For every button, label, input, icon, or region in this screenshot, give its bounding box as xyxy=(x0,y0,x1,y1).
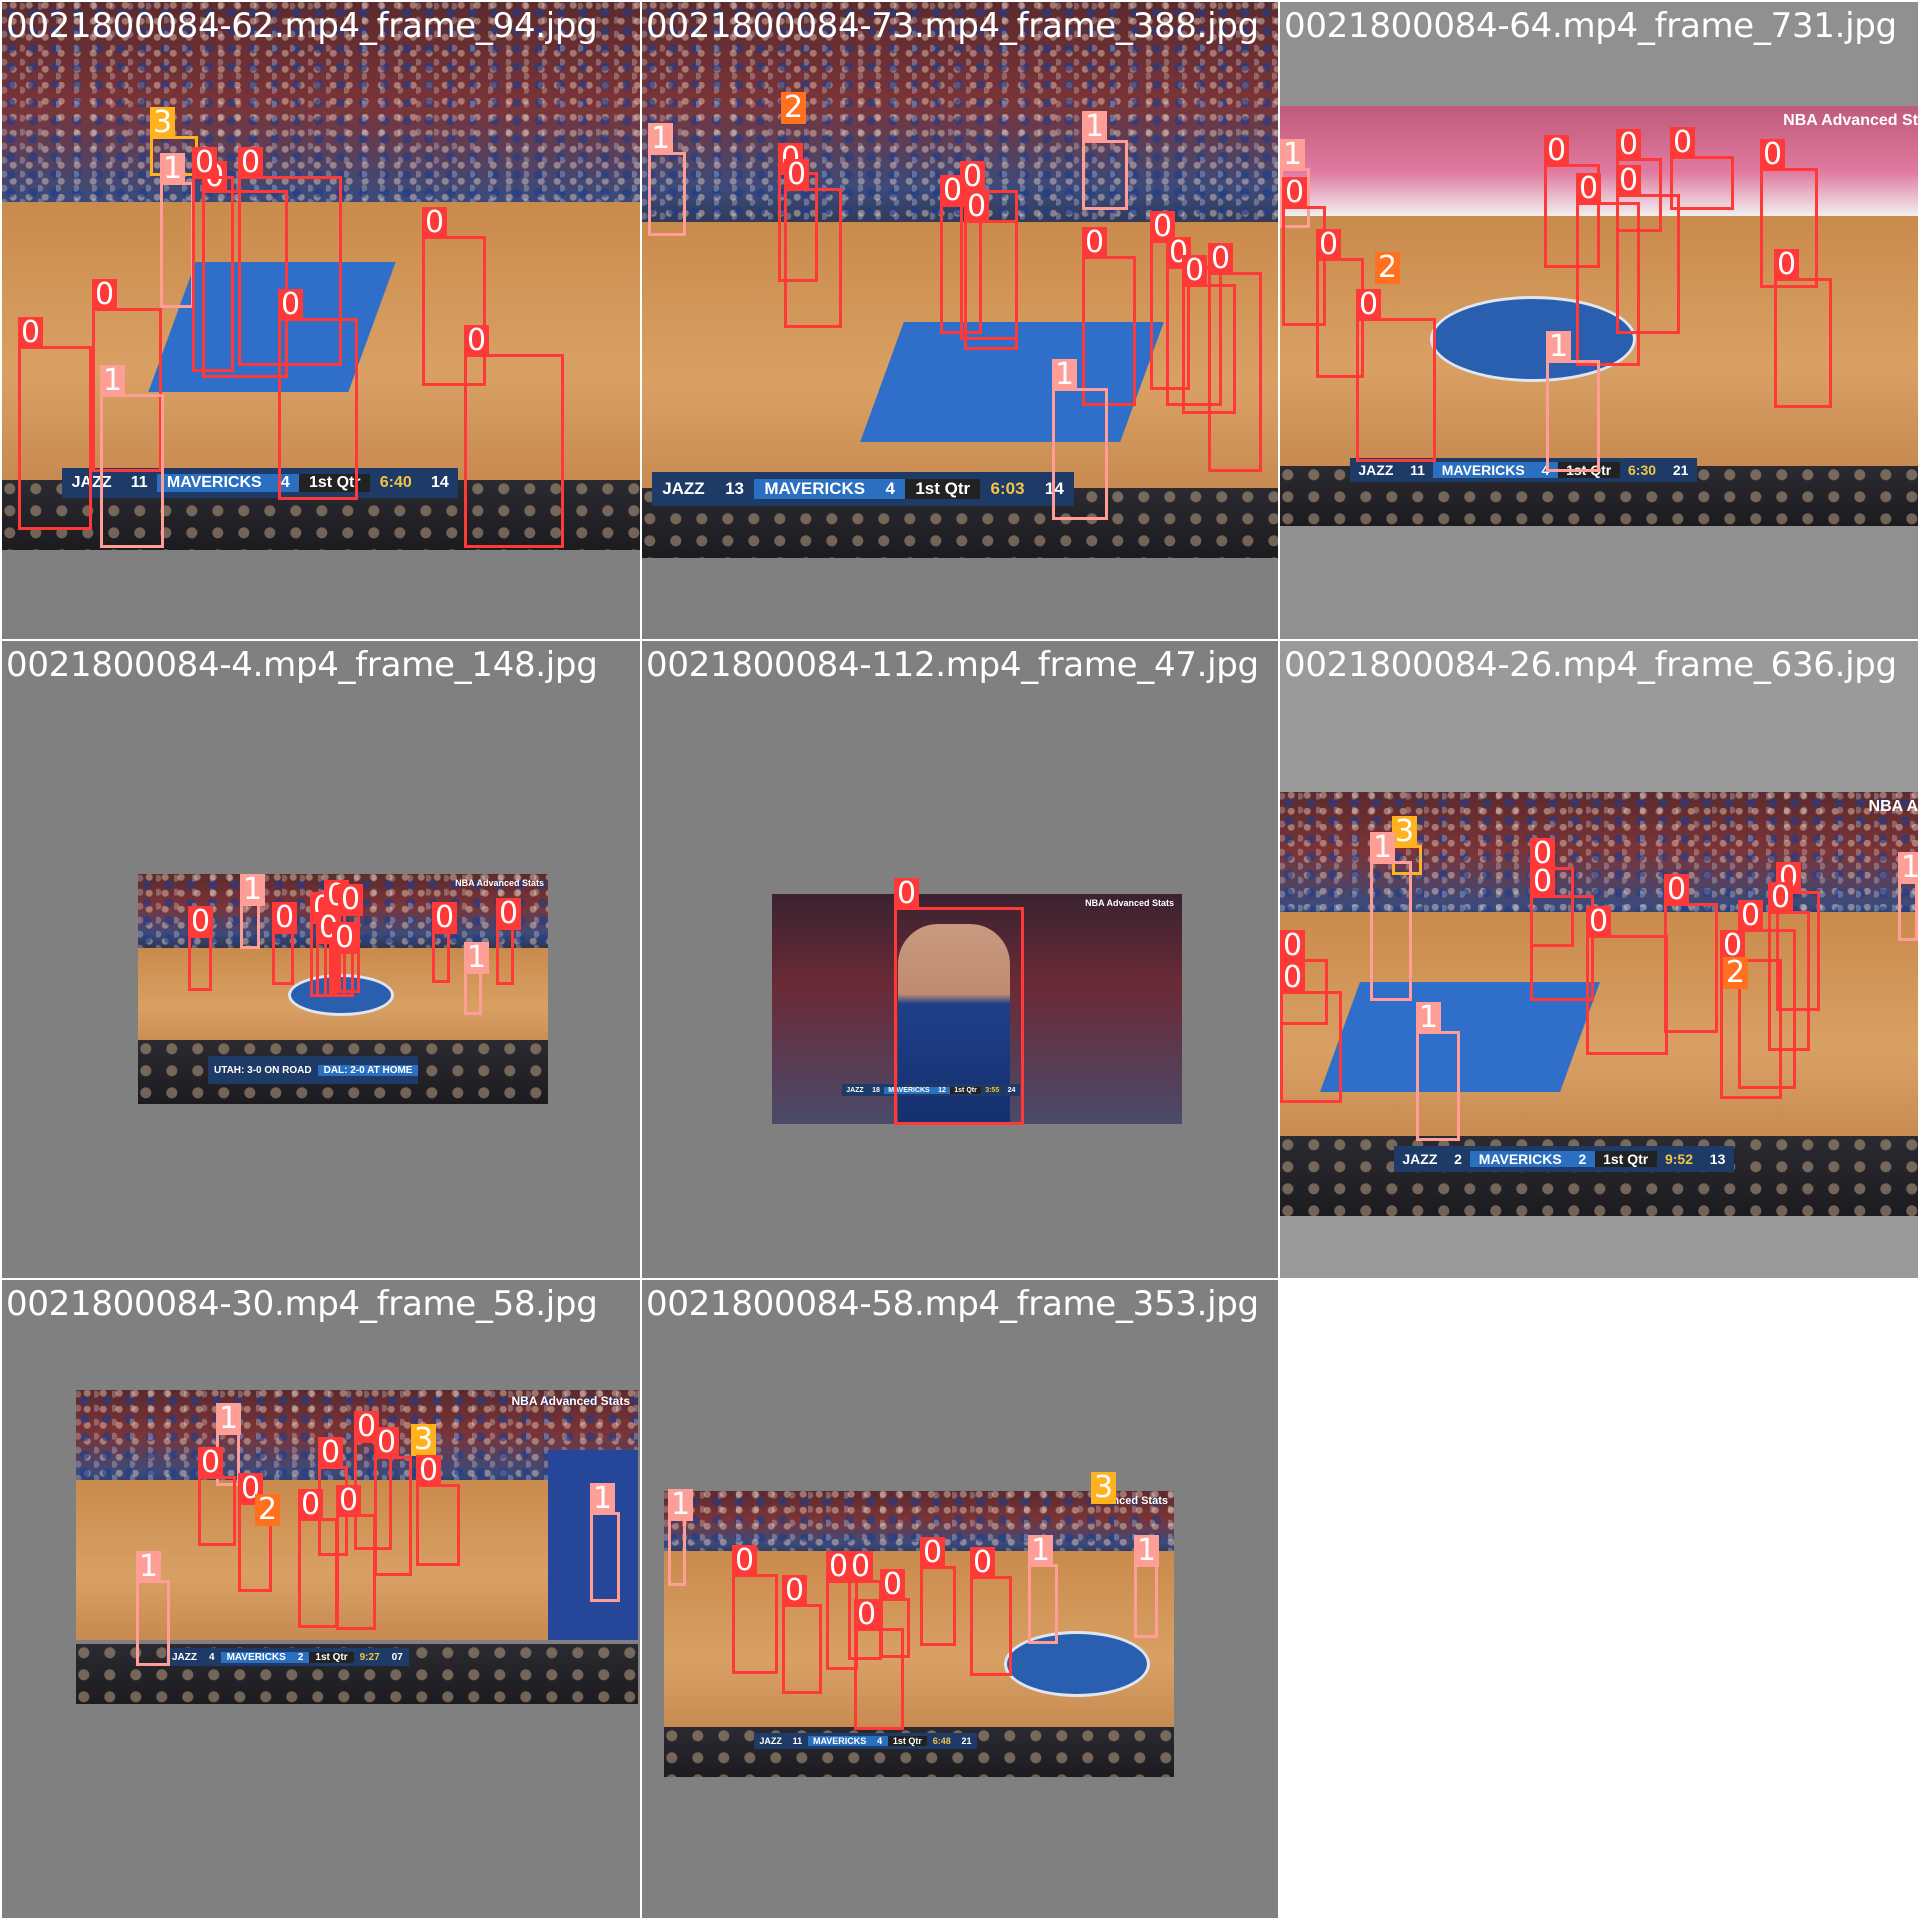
bbox: 0 xyxy=(782,1575,822,1694)
bbox: 1 xyxy=(590,1483,620,1602)
scorebug: JAZZ 2 MAVERICKS 2 1st Qtr 9:52 13 xyxy=(1394,1146,1734,1172)
bbox: 1 xyxy=(1546,331,1600,472)
bbox: 0 xyxy=(198,1447,236,1546)
bbox: 0 xyxy=(920,1537,956,1646)
tile-title: 0021800084-112.mp4_frame_47.jpg xyxy=(646,645,1259,685)
bbox: 0 xyxy=(336,1485,376,1630)
detection-mosaic: JAZZ 11 MAVERICKS 4 1st Qtr 6:40 14 00218000… xyxy=(0,0,1920,1920)
tile-title: 0021800084-64.mp4_frame_731.jpg xyxy=(1284,6,1897,46)
watermark: NBA Advanced Stats xyxy=(1085,898,1174,908)
tile-title: 0021800084-30.mp4_frame_58.jpg xyxy=(6,1284,598,1324)
bbox: 1 xyxy=(648,123,686,236)
bbox: 1 xyxy=(1028,1535,1058,1644)
bbox: 1 xyxy=(1082,111,1128,210)
bbox: 0 xyxy=(188,906,214,991)
bbox: 0 xyxy=(374,1427,412,1576)
bbox: 0 xyxy=(964,191,1018,350)
watermark: NBA A xyxy=(1868,798,1918,815)
tile-title: 0021800084-62.mp4_frame_94.jpg xyxy=(6,6,598,46)
tile-2: JAZZ 13 MAVERICKS 4 1st Qtr 6:03 14 00218000… xyxy=(642,2,1278,639)
tile-4: NBA Advanced Stats UTAH: 3-0 ON ROAD DAL:… xyxy=(2,641,640,1278)
banner: UTAH: 3-0 ON ROAD DAL: 2-0 AT HOME xyxy=(208,1056,419,1084)
bbox: 0 xyxy=(332,922,358,997)
bbox: 1 xyxy=(136,1551,170,1666)
bbox: 0 xyxy=(1280,962,1342,1103)
tile-3: NBA Advanced St JAZZ 11 MAVERICKS 4 1st Qt… xyxy=(1280,2,1918,639)
bbox: 0 xyxy=(1530,866,1594,1001)
bbox: 1 xyxy=(240,874,266,949)
scorebug: JAZZ 11 MAVERICKS 4 1st Qtr 6:48 21 xyxy=(754,1733,977,1749)
bbox: 1 xyxy=(1052,359,1108,520)
bbox: 1 xyxy=(668,1489,694,1586)
tile-8: vanced Stats JAZZ 11 MAVERICKS 4 1st Qtr 6:… xyxy=(642,1280,1278,1918)
bbox: 0 xyxy=(854,1599,904,1730)
bbox: 0 xyxy=(1616,165,1680,334)
bbox: 0 xyxy=(732,1545,778,1674)
bbox: 0 xyxy=(192,147,234,372)
scorebug: JAZZ 13 MAVERICKS 4 1st Qtr 6:03 14 xyxy=(652,472,1075,506)
bbox: 0 xyxy=(1082,227,1136,406)
bbox: 1 xyxy=(160,153,194,308)
bbox: 0 xyxy=(278,289,358,500)
bbox: 0 xyxy=(272,902,298,985)
watermark: NBA Advanced Stats xyxy=(511,1394,630,1408)
bbox: 1 xyxy=(1370,832,1412,1001)
tile-7: NBA Advanced Stats JAZZ 4 MAVERICKS 2 1st … xyxy=(2,1280,640,1918)
bbox: 2 xyxy=(255,1494,281,1528)
bbox: 0 xyxy=(1664,874,1718,1033)
bbox: 0 xyxy=(1356,289,1436,462)
tile-6: NBA A JAZZ 2 MAVERICKS 2 1st Qtr 9:52 13 002… xyxy=(1280,641,1918,1278)
bbox: 0 xyxy=(416,1455,460,1566)
bbox: 1 xyxy=(1416,1002,1460,1141)
tile-title: 0021800084-58.mp4_frame_353.jpg xyxy=(646,1284,1259,1324)
bbox: 0 xyxy=(784,159,842,328)
bbox: 0 xyxy=(18,317,92,530)
bbox: 0 xyxy=(970,1547,1012,1676)
bbox: 0 xyxy=(464,325,564,548)
bbox: 2 xyxy=(1723,957,1749,991)
bbox: 0 xyxy=(298,1489,338,1628)
bbox: 1 xyxy=(100,365,164,548)
tile-5: NBA Advanced Stats JAZZ 18 MAVERICKS 12 1s… xyxy=(642,641,1278,1278)
watermark: NBA Advanced St xyxy=(1783,112,1918,129)
bbox: 0 xyxy=(894,878,1024,1125)
bbox: 0 xyxy=(1774,249,1832,408)
bbox: 0 xyxy=(1586,906,1668,1055)
bbox: 0 xyxy=(1182,255,1236,414)
tile-title: 0021800084-26.mp4_frame_636.jpg xyxy=(1284,645,1897,685)
watermark: NBA Advanced Stats xyxy=(455,878,544,888)
bbox: 1 xyxy=(1898,852,1918,941)
bbox: 1 xyxy=(464,942,490,1015)
bbox: 0 xyxy=(496,898,522,985)
tile-title: 0021800084-73.mp4_frame_388.jpg xyxy=(646,6,1259,46)
bbox: 2 xyxy=(781,92,807,126)
bbox: 3 xyxy=(1091,1472,1117,1506)
bbox: 0 xyxy=(432,902,458,983)
bbox: 1 xyxy=(1134,1535,1160,1638)
scorebug: JAZZ 4 MAVERICKS 2 1st Qtr 9:27 07 xyxy=(166,1648,409,1666)
tile-1: JAZZ 11 MAVERICKS 4 1st Qtr 6:40 14 00218000… xyxy=(2,2,640,639)
tile-title: 0021800084-4.mp4_frame_148.jpg xyxy=(6,645,598,685)
bbox: 2 xyxy=(1375,252,1401,286)
